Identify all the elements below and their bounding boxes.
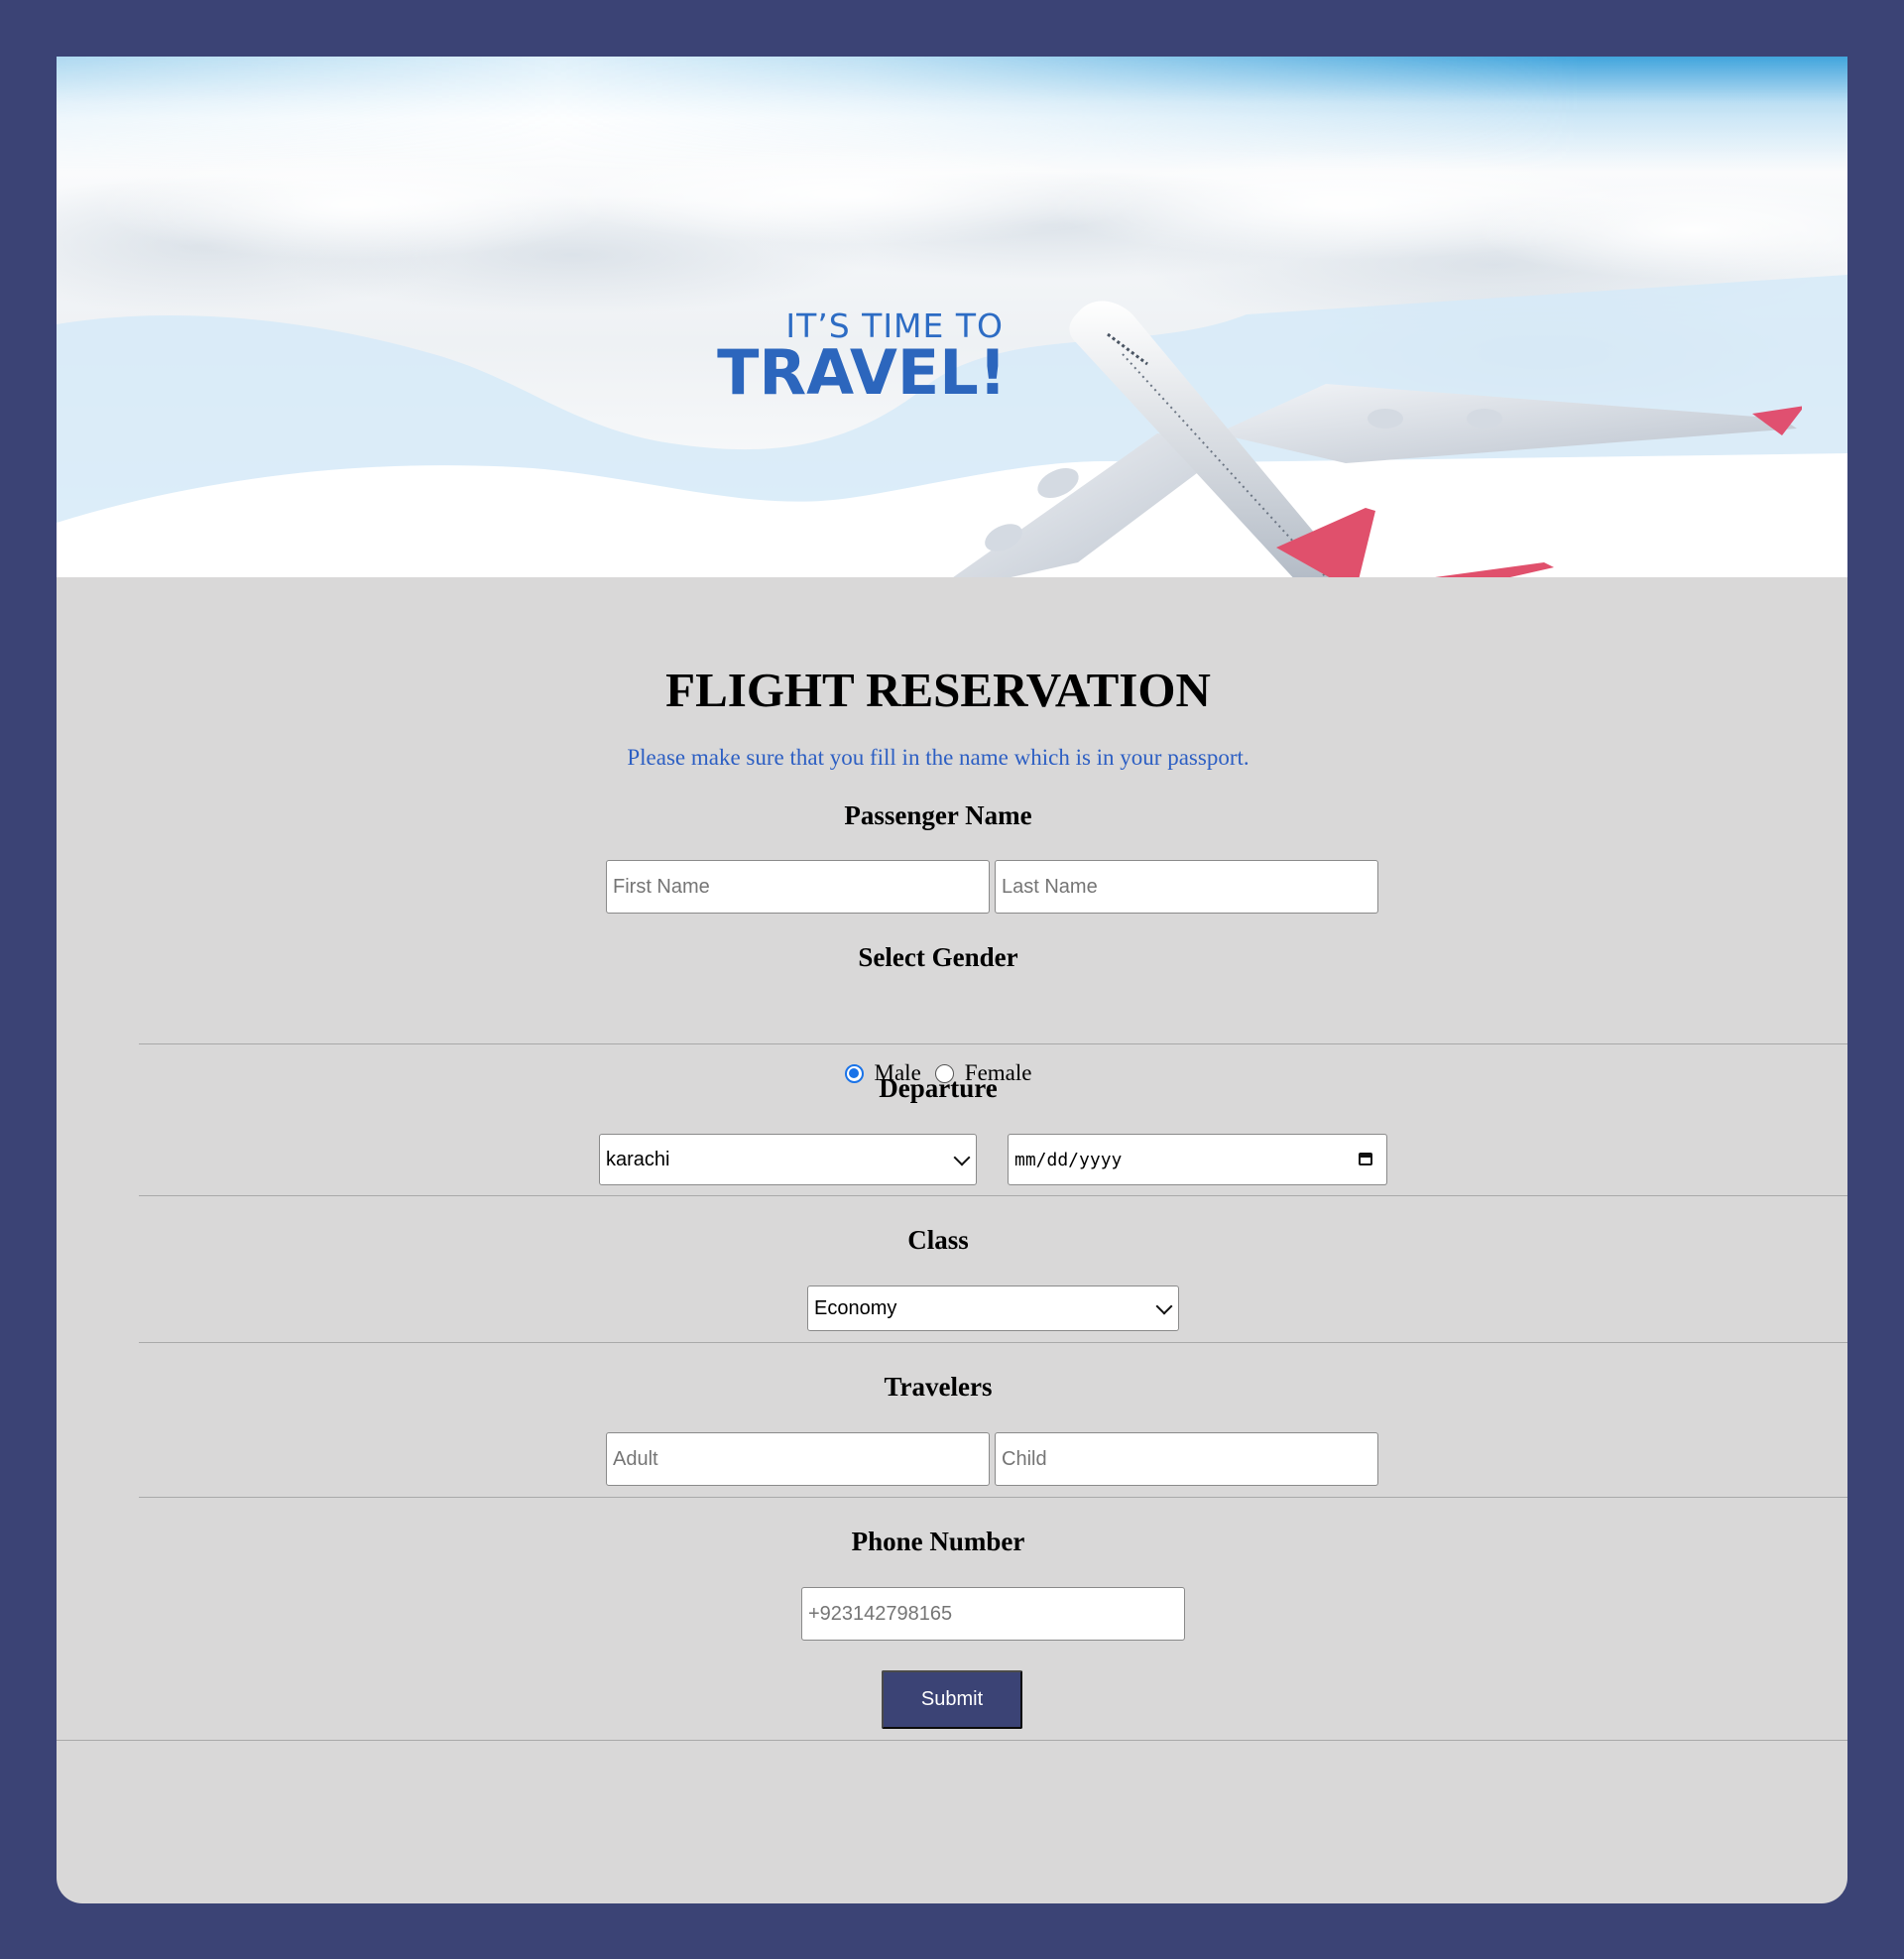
phone-number-label: Phone Number bbox=[851, 1527, 1025, 1556]
reservation-card: IT’S TIME TO TRAVEL! FLIGHT RESERVATION … bbox=[57, 57, 1847, 1903]
phone-number-field[interactable]: +923142798165 bbox=[801, 1587, 1185, 1641]
section-divider bbox=[139, 1043, 1847, 1044]
travelers-label: Travelers bbox=[884, 1372, 993, 1402]
adult-count-field[interactable]: Adult bbox=[606, 1432, 990, 1486]
class-value: Economy bbox=[814, 1296, 897, 1319]
adult-placeholder: Adult bbox=[613, 1447, 658, 1470]
departure-city-value: karachi bbox=[606, 1148, 670, 1170]
class-label: Class bbox=[907, 1225, 969, 1255]
submit-button[interactable]: Submit bbox=[882, 1670, 1022, 1729]
calendar-icon[interactable] bbox=[1359, 1153, 1372, 1165]
child-placeholder: Child bbox=[1002, 1447, 1047, 1470]
departure-date-placeholder: mm/dd/yyyy bbox=[1014, 1149, 1123, 1170]
child-count-field[interactable]: Child bbox=[995, 1432, 1378, 1486]
page-title: FLIGHT RESERVATION bbox=[665, 663, 1211, 717]
departure-label: Departure bbox=[879, 1073, 998, 1103]
first-name-placeholder: First Name bbox=[613, 875, 710, 898]
gender-label: Select Gender bbox=[858, 942, 1018, 972]
footer-divider bbox=[57, 1740, 1847, 1741]
first-name-field[interactable]: First Name bbox=[606, 860, 990, 914]
departure-date-input[interactable]: mm/dd/yyyy bbox=[1008, 1134, 1387, 1185]
class-select[interactable]: Economy bbox=[807, 1286, 1179, 1331]
section-divider bbox=[139, 1342, 1847, 1343]
phone-number-placeholder: +923142798165 bbox=[808, 1602, 953, 1625]
airplane-illustration bbox=[953, 301, 1802, 577]
chevron-down-icon bbox=[953, 1149, 971, 1166]
last-name-placeholder: Last Name bbox=[1002, 875, 1098, 898]
last-name-field[interactable]: Last Name bbox=[995, 860, 1378, 914]
hero-banner: IT’S TIME TO TRAVEL! bbox=[57, 57, 1847, 577]
passport-notice: Please make sure that you fill in the na… bbox=[627, 745, 1250, 770]
passenger-name-label: Passenger Name bbox=[844, 800, 1032, 830]
section-divider bbox=[139, 1195, 1847, 1196]
section-divider bbox=[139, 1497, 1847, 1498]
departure-city-select[interactable]: karachi bbox=[599, 1134, 977, 1185]
chevron-down-icon bbox=[1155, 1297, 1173, 1315]
